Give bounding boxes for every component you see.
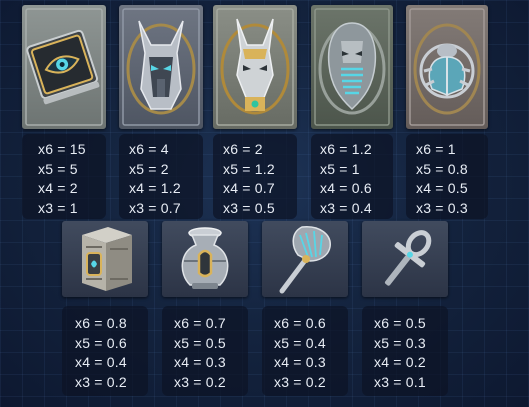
ankh-icon <box>384 230 432 286</box>
payout-x6: x6 = 0.8 <box>75 315 127 331</box>
symbol-tile <box>213 5 297 129</box>
paytable-symbol-eye-book: x6 = 15 x5 = 5 x4 = 2 x3 = 1 <box>22 5 106 219</box>
payout-x6: x6 = 15 <box>38 141 86 157</box>
payout-x5: x5 = 1 <box>320 160 360 177</box>
payout-x3: x3 = 0.5 <box>223 199 275 216</box>
payout-list: x6 = 0.5 x5 = 0.3 x4 = 0.2 x3 = 0.1 <box>362 306 448 396</box>
payout-x4: x4 = 0.3 <box>174 354 226 370</box>
payout-list: x6 = 2 x5 = 1.2 x4 = 0.7 x3 = 0.5 <box>213 134 297 219</box>
payout-x4: x4 = 0.2 <box>374 354 426 370</box>
payout-x5: x5 = 0.3 <box>374 334 426 351</box>
payout-x6: x6 = 1 <box>416 141 456 157</box>
payout-list: x6 = 4 x5 = 2 x4 = 1.2 x3 = 0.7 <box>119 134 203 219</box>
payout-x3: x3 = 0.1 <box>374 373 426 390</box>
anubis-head-icon <box>216 8 294 126</box>
symbol-tile <box>262 221 348 297</box>
anubis-helmet-icon <box>122 8 200 126</box>
payout-list: x6 = 0.8 x5 = 0.6 x4 = 0.4 x3 = 0.2 <box>62 306 148 396</box>
payout-list: x6 = 1 x5 = 0.8 x4 = 0.5 x3 = 0.3 <box>406 134 488 219</box>
payout-x6: x6 = 2 <box>223 141 263 157</box>
paytable-symbol-anubis-head: x6 = 2 x5 = 1.2 x4 = 0.7 x3 = 0.5 <box>213 5 297 219</box>
payout-x4: x4 = 1.2 <box>129 180 181 196</box>
paytable-symbol-scarab: x6 = 1 x5 = 0.8 x4 = 0.5 x3 = 0.3 <box>406 5 488 219</box>
payout-x4: x4 = 0.4 <box>75 354 127 370</box>
symbol-tile <box>22 5 106 129</box>
payout-x5: x5 = 0.8 <box>416 160 468 177</box>
paytable-symbol-fan: x6 = 0.6 x5 = 0.4 x4 = 0.3 x3 = 0.2 <box>262 221 348 396</box>
payout-x6: x6 = 4 <box>129 141 169 157</box>
payout-list: x6 = 0.7 x5 = 0.5 x4 = 0.3 x3 = 0.2 <box>162 306 248 396</box>
symbol-tile <box>362 221 448 297</box>
payout-x5: x5 = 2 <box>129 160 169 177</box>
symbol-tile <box>311 5 393 129</box>
payout-x5: x5 = 0.6 <box>75 334 127 351</box>
symbol-tile <box>119 5 203 129</box>
paytable-symbol-ankh: x6 = 0.5 x5 = 0.3 x4 = 0.2 x3 = 0.1 <box>362 221 448 396</box>
payout-x6: x6 = 1.2 <box>320 141 372 157</box>
payout-list: x6 = 0.6 x5 = 0.4 x4 = 0.3 x3 = 0.2 <box>262 306 348 396</box>
payout-x4: x4 = 0.5 <box>416 180 468 196</box>
payout-x3: x3 = 1 <box>38 199 78 216</box>
eye-book-icon <box>25 8 103 126</box>
payout-x4: x4 = 0.6 <box>320 180 372 196</box>
payout-x4: x4 = 0.3 <box>274 354 326 370</box>
symbol-tile <box>406 5 488 129</box>
payout-x5: x5 = 0.4 <box>274 334 326 351</box>
stone-cube-icon <box>82 227 132 291</box>
symbol-tile <box>162 221 248 297</box>
payout-x5: x5 = 1.2 <box>223 160 275 177</box>
payout-list: x6 = 15 x5 = 5 x4 = 2 x3 = 1 <box>22 134 106 219</box>
payout-x5: x5 = 0.5 <box>174 334 226 351</box>
payout-x3: x3 = 0.2 <box>274 373 326 390</box>
payout-x6: x6 = 0.6 <box>274 315 326 331</box>
paytable-symbol-vase: x6 = 0.7 x5 = 0.5 x4 = 0.3 x3 = 0.2 <box>162 221 248 396</box>
payout-x3: x3 = 0.3 <box>416 199 468 216</box>
payout-x6: x6 = 0.5 <box>374 315 426 331</box>
payout-x3: x3 = 0.7 <box>129 199 181 216</box>
payout-x3: x3 = 0.4 <box>320 199 372 216</box>
vase-icon <box>181 227 229 289</box>
symbol-tile <box>62 221 148 297</box>
payout-x5: x5 = 5 <box>38 160 78 177</box>
payout-x3: x3 = 0.2 <box>174 373 226 390</box>
payout-x4: x4 = 2 <box>38 180 78 196</box>
payout-list: x6 = 1.2 x5 = 1 x4 = 0.6 x3 = 0.4 <box>311 134 393 219</box>
payout-x4: x4 = 0.7 <box>223 180 275 196</box>
paytable-symbol-pharaoh-mask: x6 = 1.2 x5 = 1 x4 = 0.6 x3 = 0.4 <box>311 5 393 219</box>
paytable-symbol-stone-cube: x6 = 0.8 x5 = 0.6 x4 = 0.4 x3 = 0.2 <box>62 221 148 396</box>
payout-x6: x6 = 0.7 <box>174 315 226 331</box>
scarab-icon <box>409 8 485 126</box>
pharaoh-mask-icon <box>314 8 390 126</box>
paytable-symbol-anubis-helmet: x6 = 4 x5 = 2 x4 = 1.2 x3 = 0.7 <box>119 5 203 219</box>
fan-icon <box>279 226 331 294</box>
payout-x3: x3 = 0.2 <box>75 373 127 390</box>
